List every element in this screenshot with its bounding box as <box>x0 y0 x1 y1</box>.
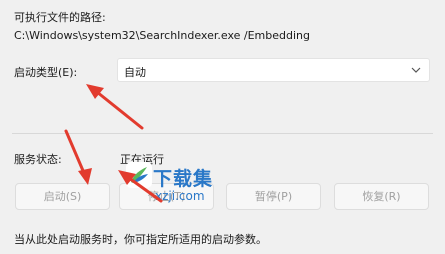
section-divider <box>12 133 433 134</box>
startup-type-label: 启动类型(E): <box>14 66 78 79</box>
chevron-down-icon <box>411 67 421 73</box>
arrow-to-start-button <box>64 129 92 185</box>
watermark-logo <box>126 162 152 188</box>
executable-path-label: 可执行文件的路径: <box>14 11 106 24</box>
resume-button[interactable]: 恢复(R) <box>334 183 429 210</box>
startup-params-hint: 当从此处启动服务时，你可指定所适用的启动参数。 <box>14 233 267 246</box>
watermark-logo-icon <box>131 167 148 183</box>
pause-button[interactable]: 暂停(P) <box>226 183 321 210</box>
watermark-domain: xzji.com <box>155 189 205 203</box>
watermark-title: 下载集 <box>153 168 214 190</box>
executable-path-value: C:\Windows\system32\SearchIndexer.exe /E… <box>14 29 310 42</box>
service-status-label: 服务状态: <box>14 153 62 166</box>
startup-type-selected: 自动 <box>124 66 146 79</box>
arrow-to-startup-type <box>86 84 144 130</box>
startup-type-dropdown[interactable]: 自动 <box>117 58 430 82</box>
start-button[interactable]: 启动(S) <box>15 183 110 210</box>
